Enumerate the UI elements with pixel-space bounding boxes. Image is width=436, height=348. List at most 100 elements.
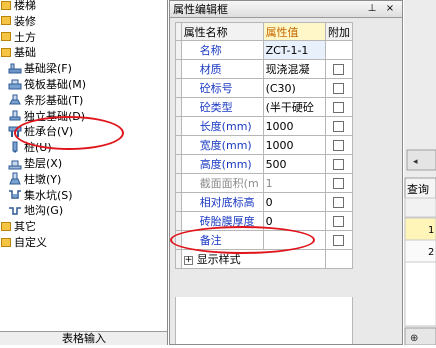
attach-cell — [324, 59, 354, 79]
column-pier-icon — [8, 172, 22, 185]
attach-checkbox[interactable] — [333, 235, 345, 246]
property-row[interactable]: 砼类型 (半干硬砼 — [175, 97, 354, 117]
tree-item-label: 自定义 — [14, 236, 47, 249]
sump-pit-icon — [8, 188, 22, 201]
tree-item-element[interactable]: 基础梁(F) — [8, 60, 72, 77]
property-name: 砼类型 — [180, 97, 264, 117]
trench-icon — [8, 204, 22, 217]
tree-item-label: 其它 — [14, 220, 36, 234]
tree-item-element[interactable]: 条形基础(T) — [8, 92, 83, 109]
grid-empty-area — [175, 297, 353, 344]
attach-checkbox[interactable] — [333, 64, 345, 75]
property-value[interactable]: 1000 — [262, 116, 326, 136]
tree-item-label: 地沟(G) — [24, 204, 64, 218]
attach-checkbox[interactable] — [333, 178, 345, 189]
attach-checkbox[interactable] — [333, 121, 345, 132]
folder-icon — [1, 0, 11, 10]
folder-icon — [1, 32, 11, 42]
tree-item-label: 楼梯 — [14, 0, 36, 12]
tree-item-element[interactable]: 集水坑(S) — [8, 187, 73, 204]
attach-checkbox[interactable] — [333, 159, 345, 170]
property-value[interactable]: 500 — [262, 154, 326, 174]
tree-item-label: 垫层(X) — [24, 157, 63, 170]
property-row[interactable]: 相对底标高 0 — [175, 192, 354, 212]
strip-foundation-icon — [8, 93, 22, 106]
property-row[interactable]: 材质 现浇混凝 — [175, 59, 354, 79]
property-value[interactable]: 0 — [262, 192, 326, 212]
raft-foundation-icon — [8, 78, 22, 91]
header-property-name: 属性名称 — [180, 22, 264, 41]
property-row[interactable]: 长度(mm) 1000 — [175, 116, 354, 136]
property-editor-panel: 属性编辑框 ⊥ × 属性名称 属性值 附加 名称 ZCT-1-1 材质 现浇混凝 砼标号… — [169, 0, 403, 345]
table-input-tab[interactable]: 表格输入 — [0, 331, 167, 345]
header-property-value: 属性值 — [262, 22, 326, 41]
tree-item-label: 土方 — [14, 30, 36, 44]
foundation-beam-icon — [8, 62, 22, 75]
grid-header-row: 属性名称 属性值 附加 — [175, 22, 354, 41]
property-row[interactable]: 砼标号 (C30) — [175, 78, 354, 98]
property-name: 长度(mm) — [180, 116, 264, 136]
tree-item-element[interactable]: 垫层(X) — [8, 155, 62, 172]
property-value[interactable]: 1000 — [262, 135, 326, 155]
property-row[interactable]: 宽度(mm) 1000 — [175, 135, 354, 155]
property-value[interactable]: ZCT-1-1 — [262, 40, 326, 60]
attach-cell — [324, 230, 354, 250]
property-value[interactable]: (C30) — [262, 78, 326, 98]
property-value[interactable]: 1 — [262, 173, 326, 193]
folder-icon — [1, 16, 11, 26]
property-name: 相对底标高 — [180, 192, 264, 212]
attach-cell — [324, 249, 354, 269]
tree-item-folder[interactable]: 其它 — [1, 218, 36, 235]
property-name: 名称 — [180, 40, 264, 60]
panel-title-bar: 属性编辑框 ⊥ × — [170, 1, 402, 18]
property-name: 砼标号 — [180, 78, 264, 98]
property-name: 宽度(mm) — [180, 135, 264, 155]
tree-item-label: 基础 — [14, 46, 36, 60]
property-value[interactable]: (半干硬砼 — [262, 97, 326, 117]
tree-item-folder[interactable]: 自定义 — [1, 234, 47, 251]
tree-item-folder[interactable]: 土方 — [1, 29, 36, 46]
tree-item-label: 基础梁(F) — [24, 62, 72, 76]
attach-cell — [324, 135, 354, 155]
panel-title: 属性编辑框 — [173, 3, 228, 16]
attach-cell — [324, 192, 354, 212]
pin-icon[interactable]: ⊥ — [366, 3, 378, 15]
property-value[interactable]: 现浇混凝 — [262, 59, 326, 79]
attach-checkbox[interactable] — [333, 102, 345, 113]
tree-item-folder[interactable]: 装修 — [1, 13, 36, 30]
tree-item-element[interactable]: 地沟(G) — [8, 202, 63, 219]
brick-mold-highlight-ellipse — [170, 226, 315, 254]
query-bottom-icon: ⊕ — [410, 333, 418, 344]
query-row-2-index: 2 — [428, 247, 434, 258]
pile-cap-highlight-ellipse — [14, 116, 124, 150]
tree-item-element[interactable]: 柱墩(Y) — [8, 171, 61, 188]
property-name: 高度(mm) — [180, 154, 264, 174]
tree-item-element[interactable]: 筏板基础(M) — [8, 76, 86, 93]
property-row[interactable]: 高度(mm) 500 — [175, 154, 354, 174]
attach-cell — [324, 97, 354, 117]
property-row[interactable]: 名称 ZCT-1-1 — [175, 40, 354, 60]
folder-icon — [1, 221, 11, 231]
tree-item-label: 筏板基础(M) — [24, 78, 87, 91]
query-side-panel: ◂ 查询 1 2 ⊕ — [404, 0, 436, 346]
attach-checkbox[interactable] — [333, 216, 345, 227]
cushion-icon — [8, 157, 22, 170]
pile-icon — [8, 141, 22, 154]
property-name: 材质 — [180, 59, 264, 79]
attach-checkbox[interactable] — [333, 83, 345, 94]
property-name: 显示样式 — [196, 253, 241, 266]
panel-side-area — [357, 22, 399, 344]
folder-icon — [1, 237, 11, 247]
isolated-foundation-icon — [8, 109, 22, 122]
query-row-1-index: 1 — [428, 225, 434, 236]
attach-checkbox[interactable] — [333, 197, 345, 208]
tree-item-folder[interactable]: 基础 — [1, 44, 36, 61]
attach-checkbox[interactable] — [333, 140, 345, 151]
tree-item-label: 柱墩(Y) — [24, 172, 62, 186]
scroll-left-icon: ◂ — [413, 157, 418, 167]
property-row[interactable]: 截面面积(m 1 — [175, 173, 354, 193]
attach-cell — [324, 116, 354, 136]
query-panel-graphic: ◂ 查询 1 2 ⊕ — [404, 0, 436, 346]
close-icon[interactable]: × — [384, 3, 396, 15]
expand-icon[interactable]: + — [183, 255, 193, 265]
